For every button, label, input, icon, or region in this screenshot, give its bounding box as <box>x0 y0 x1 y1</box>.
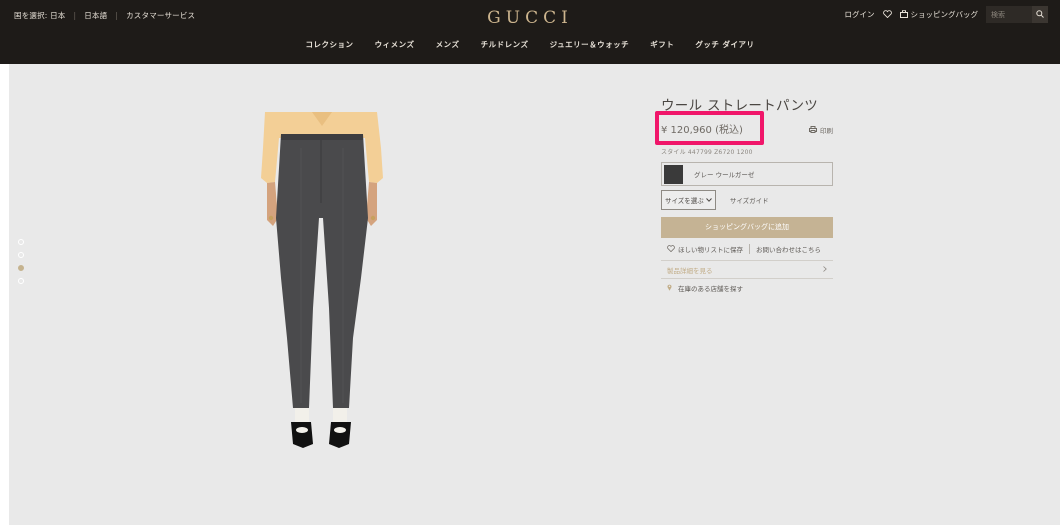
store-label: 在庫のある店舗を探す <box>678 285 743 293</box>
main-nav: コレクション ウィメンズ メンズ チルドレンズ ジュエリー＆ウォッチ ギフト グ… <box>0 39 1060 50</box>
color-label: グレー ウールガーゼ <box>694 171 755 179</box>
printer-icon <box>809 125 817 135</box>
product-image[interactable] <box>257 108 387 457</box>
bag-icon <box>899 9 908 20</box>
wishlist-link[interactable]: ほしい物リストに保存 <box>678 244 743 254</box>
nav-item-womens[interactable]: ウィメンズ <box>375 40 415 49</box>
nav-item-diary[interactable]: グッチ ダイアリ <box>695 40 754 49</box>
product-details-toggle[interactable]: 製品詳細を見る <box>661 260 833 279</box>
nav-item-jewelry-watches[interactable]: ジュエリー＆ウォッチ <box>550 40 629 49</box>
nav-item-gifts[interactable]: ギフト <box>650 40 674 49</box>
store-finder-link[interactable]: 在庫のある店舗を探す <box>661 283 833 293</box>
gallery-dot[interactable] <box>18 239 24 245</box>
site-header: 国を選択: 日本 | 日本語 | カスタマーサービス GUCCI ログイン ショ… <box>0 0 1060 64</box>
product-info-panel: ウール ストレートパンツ ¥ 120,960 (税込) 印刷 スタイル 4477… <box>655 94 833 293</box>
secondary-actions: ほしい物リストに保存 お問い合わせはこちら <box>661 244 833 254</box>
nav-item-childrens[interactable]: チルドレンズ <box>481 40 529 49</box>
shopping-bag-label: ショッピングバッグ <box>910 10 979 19</box>
search-button[interactable] <box>1032 6 1048 23</box>
search-input[interactable]: 検索 <box>986 6 1032 23</box>
location-pin-icon <box>667 284 672 293</box>
size-row: サイズを選ぶ サイズガイド <box>661 190 833 210</box>
print-button[interactable]: 印刷 <box>809 125 833 135</box>
gallery-dot-active[interactable] <box>18 265 24 271</box>
search-icon <box>1036 9 1044 20</box>
product-price: ¥ 120,960 (税込) <box>661 125 743 136</box>
divider <box>749 244 750 254</box>
gallery-dot[interactable] <box>18 278 24 284</box>
style-number: スタイル 447799 Z6720 1200 <box>661 149 753 156</box>
nav-item-collection[interactable]: コレクション <box>306 40 354 49</box>
heart-icon <box>667 244 675 254</box>
account-tools: ログイン ショッピングバッグ 検索 <box>837 6 1048 23</box>
nav-item-mens[interactable]: メンズ <box>436 40 460 49</box>
print-label: 印刷 <box>820 127 833 135</box>
login-link[interactable]: ログイン <box>845 9 875 20</box>
price-row: ¥ 120,960 (税込) 印刷 <box>655 111 833 145</box>
add-to-bag-button[interactable]: ショッピングバッグに追加 <box>661 217 833 238</box>
size-select-label: サイズを選ぶ <box>665 197 704 205</box>
contact-link[interactable]: お問い合わせはこちら <box>756 244 821 254</box>
chevron-down-icon <box>705 196 712 204</box>
size-guide-link[interactable]: サイズガイド <box>730 195 769 205</box>
gallery-dot[interactable] <box>18 252 24 258</box>
details-label: 製品詳細を見る <box>667 266 713 275</box>
chevron-right-icon <box>823 265 827 274</box>
color-selector[interactable]: グレー ウールガーゼ <box>661 162 833 186</box>
heart-icon[interactable] <box>882 9 892 20</box>
product-stage: ウール ストレートパンツ ¥ 120,960 (税込) 印刷 スタイル 4477… <box>9 64 1060 525</box>
color-swatch <box>664 164 683 184</box>
size-select[interactable]: サイズを選ぶ <box>661 190 716 210</box>
shopping-bag-link[interactable]: ショッピングバッグ <box>899 9 979 20</box>
gallery-pagination <box>18 239 24 291</box>
